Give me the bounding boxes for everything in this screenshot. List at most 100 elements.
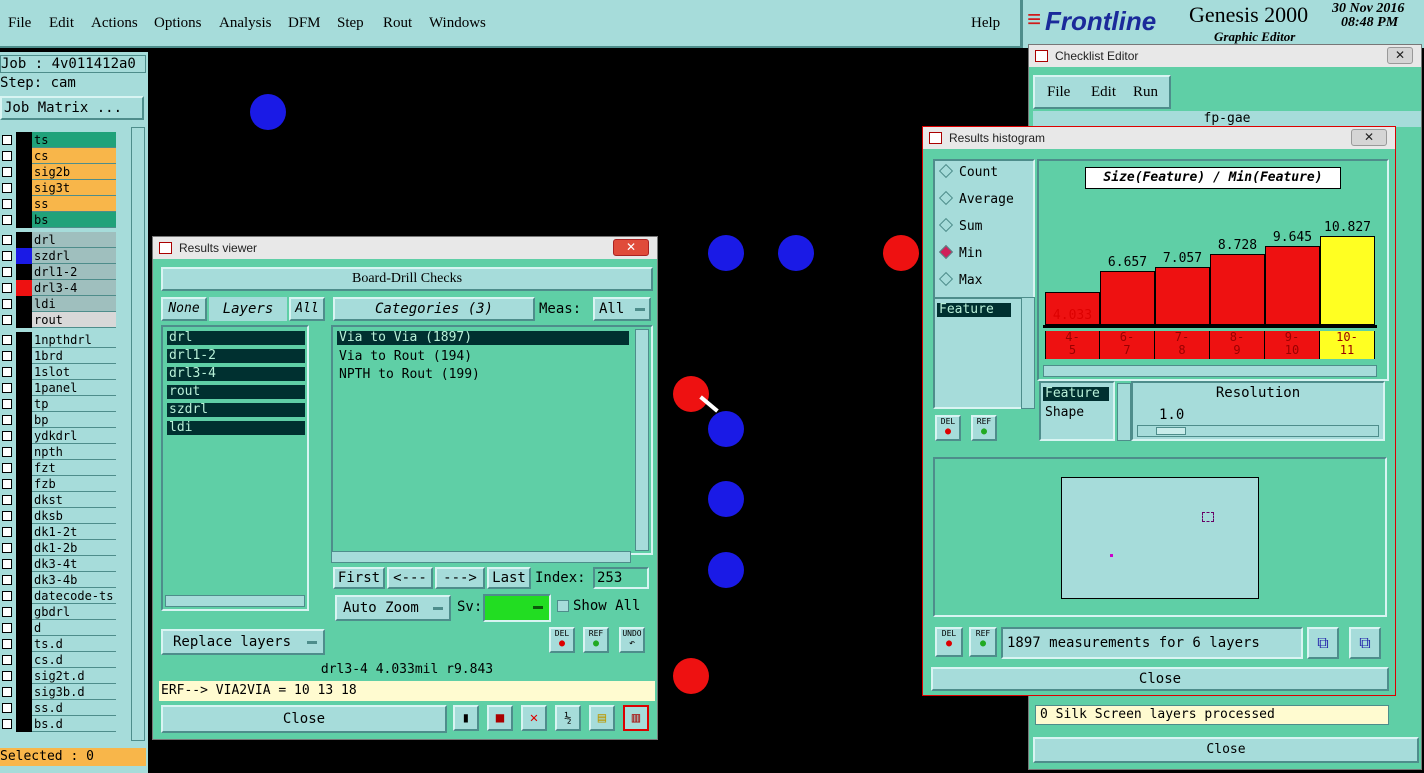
layer-name[interactable]: bs.d: [32, 716, 116, 732]
layer-color-swatch[interactable]: [16, 524, 32, 540]
layer-name[interactable]: cs.d: [32, 652, 116, 668]
layer-row[interactable]: 1panel: [0, 380, 116, 396]
feature-list[interactable]: Feature: [933, 297, 1031, 409]
layer-row[interactable]: bs.d: [0, 716, 116, 732]
layer-name[interactable]: 1brd: [32, 348, 116, 364]
layer-row[interactable]: drl: [0, 232, 116, 248]
layer-color-swatch[interactable]: [16, 444, 32, 460]
layer-checkbox[interactable]: [2, 719, 12, 729]
layer-checkbox[interactable]: [2, 511, 12, 521]
layer-row[interactable]: dk3-4t: [0, 556, 116, 572]
layer-name[interactable]: cs: [32, 148, 116, 164]
layer-name[interactable]: dk1-2b: [32, 540, 116, 556]
layer-name[interactable]: fzt: [32, 460, 116, 476]
layer-row[interactable]: npth: [0, 444, 116, 460]
layer-checkbox[interactable]: [2, 575, 12, 585]
layer-name[interactable]: dkst: [32, 492, 116, 508]
layer-row[interactable]: sig3t: [0, 180, 116, 196]
layer-checkbox[interactable]: [2, 167, 12, 177]
layers-none-button[interactable]: None: [161, 297, 207, 321]
feature-list-scrollbar[interactable]: [1021, 297, 1035, 409]
layer-checkbox[interactable]: [2, 367, 12, 377]
toolbar-histogram-icon[interactable]: ▥: [623, 705, 649, 731]
toolbar-chart-icon[interactable]: ▮: [453, 705, 479, 731]
checklist-menu-edit[interactable]: Edit: [1091, 84, 1116, 101]
layer-list-scrollbar[interactable]: [131, 127, 145, 741]
layer-name[interactable]: 1slot: [32, 364, 116, 380]
resolution-slider[interactable]: [1137, 425, 1379, 437]
layer-row[interactable]: ldi: [0, 296, 116, 312]
checklist-menu-run[interactable]: Run: [1133, 84, 1158, 101]
layer-color-swatch[interactable]: [16, 572, 32, 588]
layer-row[interactable]: ts.d: [0, 636, 116, 652]
layer-color-swatch[interactable]: [16, 556, 32, 572]
layer-row[interactable]: fzt: [0, 460, 116, 476]
layer-checkbox[interactable]: [2, 591, 12, 601]
list-item[interactable]: drl1-2: [167, 349, 305, 363]
list-item[interactable]: ldi: [167, 421, 305, 435]
histogram-close-button[interactable]: Close: [931, 667, 1389, 691]
layer-checkbox[interactable]: [2, 399, 12, 409]
layer-row[interactable]: ydkdrl: [0, 428, 116, 444]
layer-color-swatch[interactable]: [16, 492, 32, 508]
hist-del2-button[interactable]: DEL ●: [935, 627, 963, 657]
mode-radio-count[interactable]: Count: [938, 163, 998, 180]
layer-row[interactable]: bp: [0, 412, 116, 428]
attribute-list[interactable]: Feature Shape: [1039, 381, 1115, 441]
bin-label[interactable]: 7- 8: [1155, 331, 1210, 359]
layer-name[interactable]: dk3-4t: [32, 556, 116, 572]
layer-row[interactable]: ts: [0, 132, 116, 148]
layer-color-swatch[interactable]: [16, 148, 32, 164]
replace-layers-select[interactable]: Replace layers: [161, 629, 325, 655]
layer-color-swatch[interactable]: [16, 212, 32, 228]
layer-checkbox[interactable]: [2, 267, 12, 277]
layer-checkbox[interactable]: [2, 447, 12, 457]
hist-ref2-button[interactable]: REF ●: [969, 627, 997, 657]
layer-color-swatch[interactable]: [16, 588, 32, 604]
layer-name[interactable]: tp: [32, 396, 116, 412]
layer-color-swatch[interactable]: [16, 540, 32, 556]
index-field[interactable]: 253: [593, 567, 649, 589]
layer-checkbox[interactable]: [2, 135, 12, 145]
bin-label[interactable]: 8- 9: [1210, 331, 1265, 359]
menu-file[interactable]: File: [8, 15, 31, 32]
layer-name[interactable]: ldi: [32, 296, 116, 312]
last-button[interactable]: Last: [487, 567, 531, 589]
layer-checkbox[interactable]: [2, 315, 12, 325]
histogram-bar[interactable]: [1155, 267, 1210, 325]
layer-color-swatch[interactable]: [16, 380, 32, 396]
layer-checkbox[interactable]: [2, 479, 12, 489]
layer-name[interactable]: npth: [32, 444, 116, 460]
layer-checkbox[interactable]: [2, 639, 12, 649]
layer-name[interactable]: dksb: [32, 508, 116, 524]
export-icon[interactable]: ⧉: [1307, 627, 1339, 659]
hist-ref-button[interactable]: REF ●: [971, 415, 997, 441]
job-matrix-button[interactable]: Job Matrix ...: [0, 96, 144, 120]
layer-checkbox[interactable]: [2, 463, 12, 473]
layer-color-swatch[interactable]: [16, 396, 32, 412]
layer-name[interactable]: sig2b: [32, 164, 116, 180]
auto-zoom-select[interactable]: Auto Zoom: [335, 595, 451, 621]
layer-color-swatch[interactable]: [16, 180, 32, 196]
layer-checkbox[interactable]: [2, 235, 12, 245]
histogram-bar[interactable]: [1320, 236, 1375, 325]
layer-checkbox[interactable]: [2, 559, 12, 569]
layer-row[interactable]: 1slot: [0, 364, 116, 380]
layer-row[interactable]: fzb: [0, 476, 116, 492]
meas-select[interactable]: All: [593, 297, 651, 321]
layer-color-swatch[interactable]: [16, 652, 32, 668]
layer-name[interactable]: dk3-4b: [32, 572, 116, 588]
layer-color-swatch[interactable]: [16, 460, 32, 476]
layer-name[interactable]: 1panel: [32, 380, 116, 396]
next-button[interactable]: --->: [435, 567, 485, 589]
import-icon[interactable]: ⧉: [1349, 627, 1381, 659]
layer-row[interactable]: dk3-4b: [0, 572, 116, 588]
layer-list-hscrollbar[interactable]: [165, 595, 305, 607]
mode-radio-sum[interactable]: Sum: [938, 217, 982, 234]
toolbar-notes-icon[interactable]: ▤: [589, 705, 615, 731]
undo-button[interactable]: UNDO ↶: [619, 627, 645, 653]
layer-color-swatch[interactable]: [16, 620, 32, 636]
layers-all-button[interactable]: All: [289, 297, 325, 321]
layer-color-swatch[interactable]: [16, 716, 32, 732]
layer-color-swatch[interactable]: [16, 508, 32, 524]
